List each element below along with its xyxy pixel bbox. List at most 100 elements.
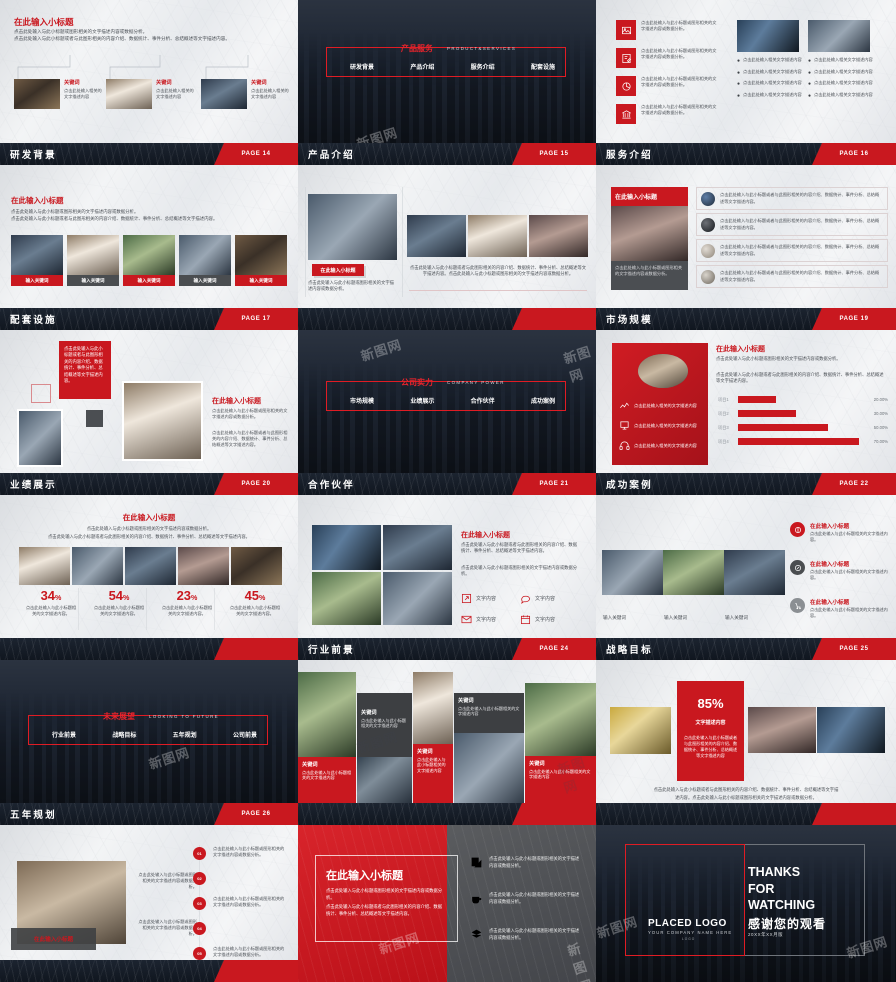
timeline-right-text: 点击此处输入与此小标题或图形相关的文字描述内容或数据分析。	[213, 896, 285, 908]
slide-footer: 配套设施 PAGE 17	[0, 308, 298, 330]
slide-thumbnail-red-grey-split[interactable]: 在此输入小标题 点击此处输入与此小标题或图形相关的文字描述内容或数据分析。 点击…	[298, 825, 596, 982]
slide-thumbnail-performance[interactable]: 点击此处输入与此小标题或者与此图形相关的内容介绍、数据统计、事件分析、总结概述等…	[0, 330, 298, 495]
headphones-icon	[619, 441, 630, 450]
card-list-item[interactable]: 点击此处输入相关的文字描述内容	[619, 420, 702, 431]
section-nav-items[interactable]: 市场规模 业绩展示 合作伙伴 成功案例	[350, 396, 555, 405]
slide-thumbnail-research-background[interactable]: 在此输入小标题 点击此处输入与此小标题或图形相关的文字描述内容或数据分析。 点击…	[0, 0, 298, 165]
numbered-list-item[interactable]: 在此输入小标题 点击此处输入与此小标题相关的文字描述内容。	[790, 560, 890, 581]
card-list-item[interactable]: 点击此处输入相关的文字描述内容	[619, 400, 702, 411]
bullet-text: 点击此处输入相关文字描述内容	[743, 80, 802, 85]
slide-background	[298, 330, 596, 495]
slide-subtitle: 在此输入小标题	[11, 196, 64, 205]
bar-chart-row: 项目1 20.00%	[718, 396, 888, 403]
thumbnail-photo	[383, 525, 452, 570]
date-text: 20XX年XX月版	[748, 932, 784, 937]
list-item[interactable]: 点击此处输入与此小标题或者与此图形相关的内容介绍、数据统计、事件分析、总结概述等…	[696, 239, 888, 262]
photo-caption: 在此输入小标题	[33, 937, 74, 943]
slide-desc-line-1: 点击此处输入与此小标题或图形相关的文字描述内容或数据分析。	[326, 888, 443, 900]
slide-thumbnail-keyword-mosaic[interactable]: 关键词 点击此处输入与此小标题相关的文字描述内容 关键词 点击此处输入与此小标题…	[298, 660, 596, 825]
item-desc: 点击此处输入与此小标题相关的文字描述内容。	[810, 531, 888, 542]
bar-category-label: 项目4	[718, 438, 729, 444]
icon-list-item[interactable]: 点击此处输入与此小标题或图形相关的文字描述内容或数据分析。	[470, 856, 581, 869]
numbered-list-item[interactable]: 在此输入小标题 点击此处输入与此小标题相关的文字描述内容。	[790, 522, 890, 543]
list-item-text: 点击此处输入与此小标题或者与此图形相关的内容介绍、数据统计、事件分析、总结概述等…	[720, 218, 880, 230]
hand-icon	[701, 243, 715, 258]
icon-row-text: 点击此处输入与此小标题或图形相关的文字描述内容或数据分析。	[641, 20, 717, 32]
nav-item[interactable]: 业绩展示	[410, 396, 434, 405]
timeline-marker: 02	[193, 872, 206, 885]
nav-item[interactable]: 五年规划	[173, 730, 197, 739]
left-desc: 点击此处输入与此小标题或图形相关的文字描述内容或数据分析。	[308, 280, 394, 292]
footer-page-number: PAGE 21	[512, 473, 596, 495]
slide-thumbnail-industry-outlook[interactable]: 在此输入小标题 点击此处输入与此小标题或者与此图形相关的内容介绍、数据统计、事件…	[298, 495, 596, 660]
slide-thumbnail-big-percent[interactable]: 85% 文字描述内容 点击此处输入与此小标题或者与此图形相关的内容介绍、数据统计…	[596, 660, 896, 825]
thumbnail-photo	[312, 572, 381, 625]
nav-item[interactable]: 成功案例	[531, 396, 555, 405]
slide-thumbnail-thanks[interactable]: PLACED LOGO YOUR COMPANY NAME HERE LOGO …	[596, 825, 896, 982]
footer-title: 合作伙伴	[308, 480, 355, 491]
slide-thumbnail-market-scale[interactable]: 在此输入小标题 点击此处输入与此小标题或图形相关的文字描述内容或数据分析。 点击…	[596, 165, 896, 330]
slide-subtitle: 在此输入小标题	[326, 870, 403, 882]
slide-footer: 合作伙伴 PAGE 21	[298, 473, 596, 495]
card-list-item[interactable]: 点击此处输入相关的文字描述内容	[619, 440, 702, 451]
nav-item[interactable]: 研发背景	[350, 62, 374, 71]
slide-thumbnail-timeline[interactable]: 在此输入小标题 点击此处输入与此小标题或图形相关的文字描述内容或数据分析。 点击…	[0, 825, 298, 982]
footer-page-number: PAGE 20	[214, 473, 298, 495]
item-title: 在此输入小标题	[810, 524, 850, 530]
nav-item[interactable]: 战略目标	[112, 730, 136, 739]
slide-thumbnail-strategic-goals[interactable]: 输入关键词 输入关键词 输入关键词 在此输入小标题 点击此处输入与此小标题相关的…	[596, 495, 896, 660]
slide-thumbnail-photo-left-three-right[interactable]: 在此输入小标题 点击此处输入与此小标题或图形相关的文字描述内容或数据分析。 点击…	[298, 165, 596, 330]
nav-item[interactable]: 行业前景	[52, 730, 76, 739]
slide-thumbnail-success-cases[interactable]: 点击此处输入相关的文字描述内容 点击此处输入相关的文字描述内容 点击此处输入相关…	[596, 330, 896, 495]
target-icon	[790, 522, 805, 537]
nav-item[interactable]: 市场规模	[350, 396, 374, 405]
icon-label-item[interactable]: 文字内容	[520, 593, 555, 604]
red-text-block: 点击此处输入与此小标题或者与此图形相关的内容介绍、数据统计、事件分析、总结概述等…	[59, 341, 111, 399]
bullet-dot: ●	[737, 92, 741, 99]
stat-desc: 点击此处输入与此小标题相关的文字描述内容。	[229, 605, 281, 617]
list-item[interactable]: 点击此处输入与此小标题或者与此图形相关的内容介绍、数据统计、事件分析、总结概述等…	[696, 187, 888, 210]
list-item[interactable]: 点击此处输入与此小标题或者与此图形相关的内容介绍、数据统计、事件分析、总结概述等…	[696, 213, 888, 236]
slide-thumbnail-product-intro-section[interactable]: 新图网 产品服务 PRODUCT&SERVICES 研发背景 产品介绍 服务介绍…	[298, 0, 596, 165]
section-nav-items[interactable]: 研发背景 产品介绍 服务介绍 配套设施	[350, 62, 555, 71]
slide-thumbnail-five-year-plan-section[interactable]: 新图网 未来展望 LOOKING TO FUTURE 行业前景 战略目标 五年规…	[0, 660, 298, 825]
nav-item[interactable]: 服务介绍	[471, 62, 495, 71]
nav-item[interactable]: 产品介绍	[410, 62, 434, 71]
slide-desc-line-2: 点击此处输入与此小标题或者与此图形相关的内容介绍、数据统计、事件分析、总结概述等…	[326, 903, 443, 916]
slide-thumbnail-facilities[interactable]: 在此输入小标题 点击此处输入与此小标题或图形相关的文字描述内容或数据分析。 点击…	[0, 165, 298, 330]
nav-item[interactable]: 公司前景	[233, 730, 257, 739]
slide-thumbnail-percent-stats[interactable]: 在此输入小标题 点击此处输入与此小标题或图形相关的文字描述内容或数据分析。 点击…	[0, 495, 298, 660]
section-nav-items[interactable]: 行业前景 战略目标 五年规划 公司前景	[52, 730, 257, 739]
thumbnail-photo	[308, 194, 397, 260]
timeline-marker: 05	[193, 947, 206, 960]
slide-footer: 战略目标 PAGE 25	[596, 638, 896, 660]
calendar-icon	[520, 615, 531, 625]
tile-desc: 点击此处输入与此小标题相关的文字描述内容	[417, 756, 446, 774]
thumbnail-photo	[808, 20, 870, 52]
thanks-line: WATCHING	[748, 898, 816, 912]
bar-chart: 项目1 20.00% 项目2 30.00% 项目3 50.00% 项目4 70.…	[718, 396, 888, 445]
nav-item[interactable]: 合作伙伴	[471, 396, 495, 405]
numbered-list-item[interactable]: 在此输入小标题 点击此处输入与此小标题相关的文字描述内容。	[790, 598, 890, 619]
slide-thumbnail-partners-section[interactable]: 新图网 新图网 公司实力 COMPANY POWER 市场规模 业绩展示 合作伙…	[298, 330, 596, 495]
slide-thumbnail-service-intro[interactable]: 点击此处输入与此小标题或图形相关的文字描述内容或数据分析。 点击此处输入与此小标…	[596, 0, 896, 165]
bar-chart-row: 项目4 70.00%	[718, 438, 888, 445]
icon-label-item[interactable]: 文字内容	[520, 614, 555, 625]
icon-list-item[interactable]: 点击此处输入与此小标题或图形相关的文字描述内容或数据分析。	[470, 892, 581, 905]
thanks-line: THANKS	[748, 865, 801, 879]
list-item[interactable]: 点击此处输入与此小标题或者与此图形相关的内容介绍、数据统计、事件分析、总结概述等…	[696, 265, 888, 288]
stat-value: 45	[244, 588, 260, 603]
icon-label-item[interactable]: 文字内容	[461, 614, 496, 625]
logo-subtext: YOUR COMPANY NAME HERE	[648, 930, 733, 935]
logo-text: PLACED LOGO	[648, 918, 727, 929]
icon-list-item[interactable]: 点击此处输入与此小标题或图形相关的文字描述内容或数据分析。	[470, 928, 581, 941]
divider	[409, 290, 587, 291]
section-title-en: COMPANY POWER	[447, 380, 505, 385]
nav-item[interactable]: 配套设施	[531, 62, 555, 71]
footer-title: 业绩展示	[10, 480, 57, 491]
icon-label-item[interactable]: 文字内容	[461, 593, 496, 604]
thumbnail-photo	[413, 672, 453, 744]
stat-desc: 点击此处输入与此小标题相关的文字描述内容。	[25, 605, 77, 617]
footer-page-number: PAGE 16	[812, 143, 896, 165]
icon-label: 文字内容	[476, 596, 497, 602]
